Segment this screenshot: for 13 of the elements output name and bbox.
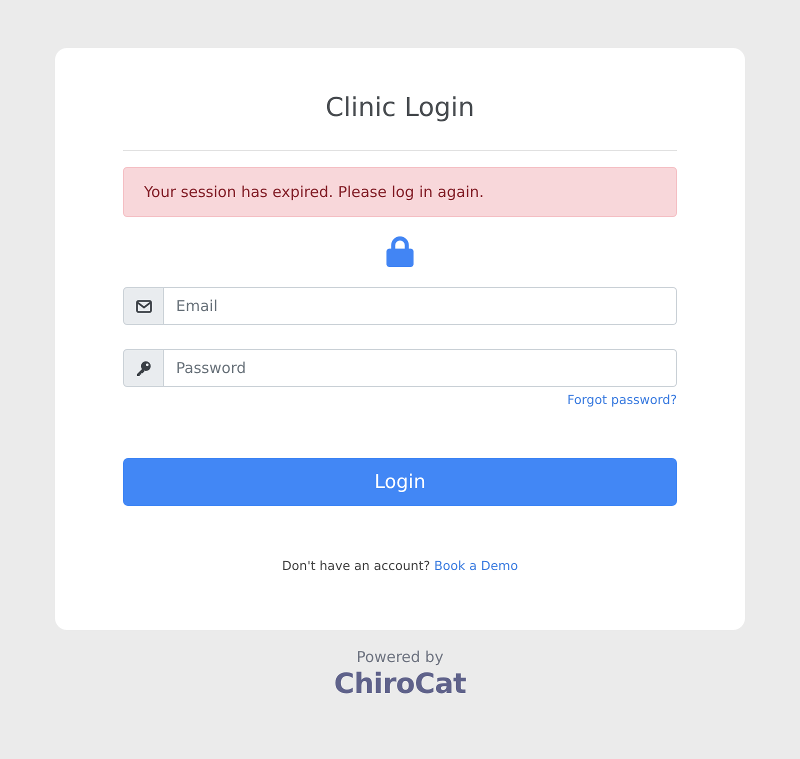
- padlock-icon: [386, 236, 414, 267]
- card-title: Clinic Login: [324, 92, 476, 124]
- signup-prompt: Don't have an account?: [282, 557, 430, 575]
- email-field[interactable]: Email: [164, 287, 677, 325]
- login-button[interactable]: Login: [123, 458, 677, 506]
- key-icon: [123, 349, 164, 387]
- forgot-password-link[interactable]: Forgot password?: [567, 391, 677, 409]
- password-field[interactable]: Password: [164, 349, 677, 387]
- envelope-icon: [123, 287, 164, 325]
- brand-logo: ChiroCat: [334, 667, 466, 701]
- powered-by-label: Powered by: [356, 647, 444, 667]
- error-alert: Your session has expired. Please log in again.: [123, 167, 677, 217]
- book-demo-link[interactable]: Book a Demo: [434, 557, 518, 575]
